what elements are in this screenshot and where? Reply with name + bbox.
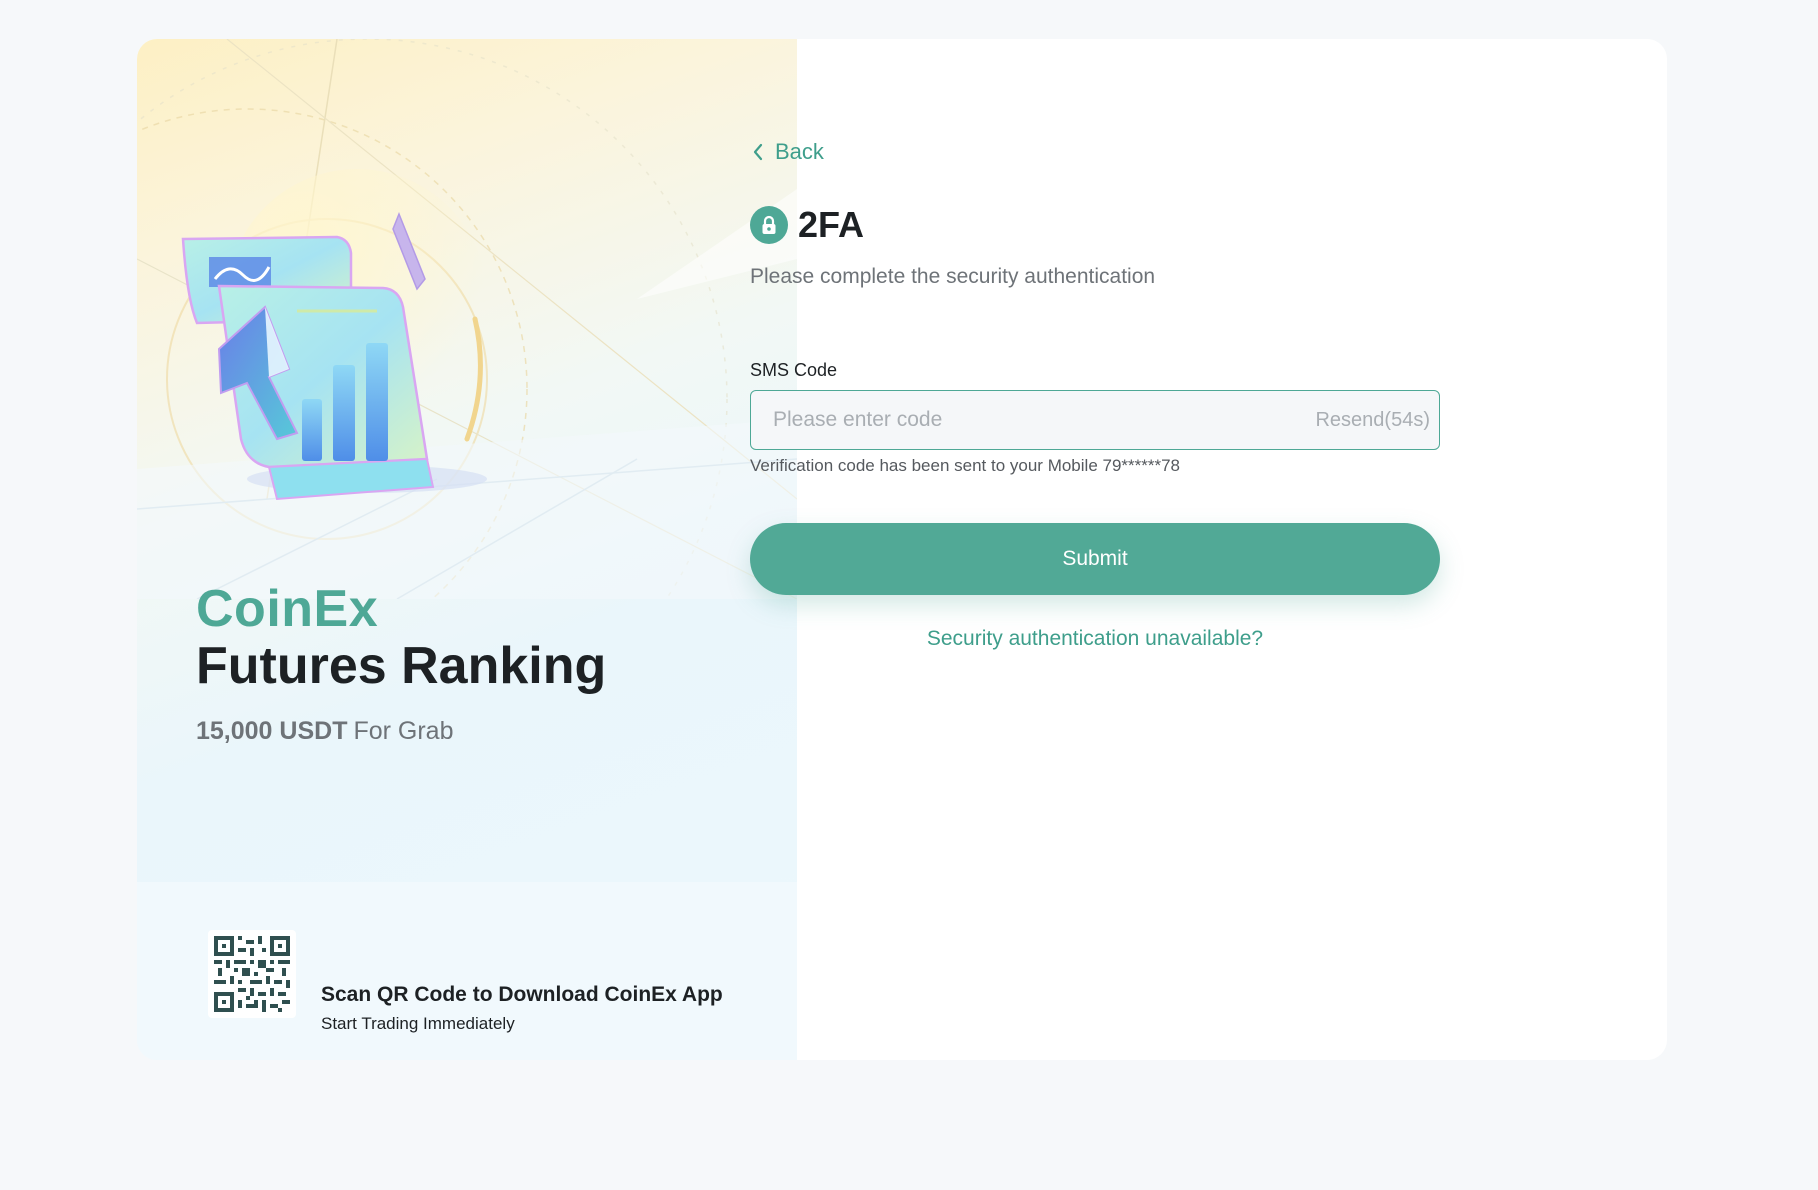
qr-title: Scan QR Code to Download CoinEx App [321,983,723,1006]
prize-amount: 15,000 USDT [196,717,348,745]
login-card: CoinEx Futures Ranking 15,000 USDT For Gr… [137,39,1667,1060]
page-title: 2FA [798,204,865,245]
lock-icon [762,215,776,234]
promo-panel: CoinEx Futures Ranking 15,000 USDT For Gr… [137,39,797,1060]
auth-form-panel: Back 2FA Please complete the security au… [750,39,1667,1060]
page-heading: 2FA [750,204,864,246]
resend-button[interactable]: Resend(54s) [1315,409,1439,432]
qr-code-icon [214,936,290,1012]
chevron-left-icon [753,143,763,161]
sms-code-label: SMS Code [750,360,838,380]
prize-suffix: For Grab [353,717,454,745]
sms-code-field: Resend(54s) [750,390,1440,450]
promo-brand: CoinEx [196,580,379,638]
back-label: Back [775,139,824,164]
sms-code-input[interactable] [751,391,1316,449]
back-link[interactable]: Back [751,139,824,165]
promo-prize: 15,000 USDT For Grab [196,717,454,746]
submit-button[interactable]: Submit [750,523,1440,595]
qr-subtitle: Start Trading Immediately [321,1014,515,1033]
page-subtitle: Please complete the security authenticat… [750,265,1156,288]
promo-title: Futures Ranking [196,637,607,695]
promo-illustration [137,39,797,599]
lock-badge [750,206,788,244]
qr-code [208,930,296,1018]
verification-hint: Verification code has been sent to your … [750,456,1181,475]
security-unavailable-link[interactable]: Security authentication unavailable? [750,627,1440,651]
